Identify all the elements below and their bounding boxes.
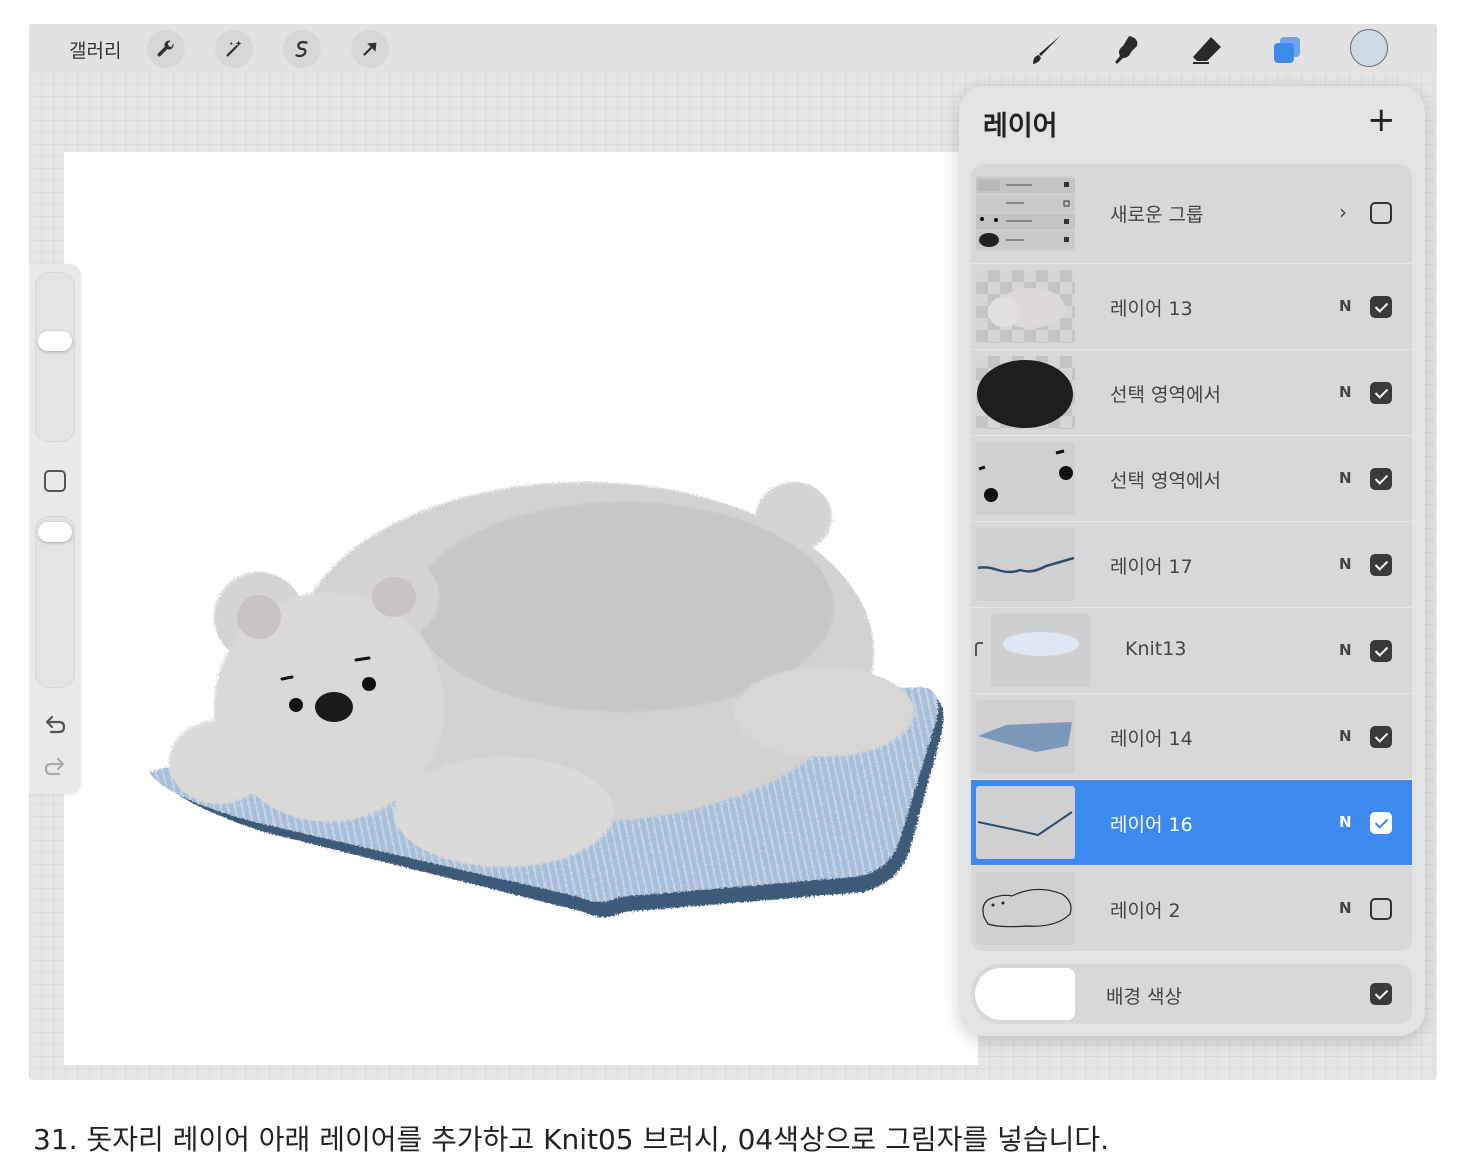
blend-mode-button[interactable]: N	[1339, 555, 1352, 573]
add-layer-button[interactable]: +	[1367, 100, 1396, 140]
bear-ear	[372, 577, 416, 617]
layer-thumbnail	[976, 356, 1075, 429]
blend-mode-button[interactable]: N	[1339, 641, 1352, 659]
redo-icon[interactable]	[42, 754, 68, 780]
layer-visibility-checkbox[interactable]	[1370, 812, 1392, 834]
left-sidebar	[29, 264, 81, 794]
layer-thumbnail	[976, 700, 1075, 773]
brush-size-slider[interactable]	[35, 272, 75, 442]
layer-visibility-checkbox[interactable]	[1370, 898, 1392, 920]
blend-mode-button[interactable]: N	[1339, 813, 1352, 831]
blend-mode-button[interactable]: N	[1339, 383, 1352, 401]
procreate-app: 갤러리 레이어 + 새로운 그룹 › 레이어 13 N 선택 영역에서 N 선택…	[29, 24, 1437, 1080]
layer-visibility-checkbox[interactable]	[1370, 554, 1392, 576]
clipping-mask-icon	[975, 642, 983, 656]
layer-name: 선택 영역에서	[1110, 470, 1221, 492]
background-visibility-checkbox[interactable]	[1370, 983, 1392, 1005]
layer-thumbnail	[976, 528, 1075, 601]
layer-name: 레이어 14	[1110, 728, 1193, 750]
undo-icon[interactable]	[42, 712, 68, 738]
layers-panel: 레이어 + 새로운 그룹 › 레이어 13 N 선택 영역에서 N 선택 영역에…	[959, 86, 1425, 1036]
layer-name: 레이어 2	[1110, 900, 1181, 922]
layer-thumbnail	[976, 176, 1075, 251]
layer-row[interactable]: Knit13 N	[971, 608, 1412, 694]
background-color-label: 배경 색상	[1106, 986, 1182, 1008]
layer-row[interactable]: 레이어 14 N	[971, 694, 1412, 780]
layer-visibility-checkbox[interactable]	[1370, 726, 1392, 748]
layer-row-group[interactable]: 새로운 그룹 ›	[971, 164, 1412, 264]
blend-mode-button[interactable]: N	[1339, 469, 1352, 487]
layer-visibility-checkbox[interactable]	[1370, 382, 1392, 404]
layer-row[interactable]: 레이어 17 N	[971, 522, 1412, 608]
layer-name: 선택 영역에서	[1110, 384, 1221, 406]
bear-ear	[237, 595, 281, 639]
background-color-swatch[interactable]	[975, 968, 1075, 1020]
modify-square-icon[interactable]	[44, 470, 66, 492]
layers-icon[interactable]	[1267, 30, 1307, 70]
bear-illustration	[149, 482, 944, 917]
smudge-icon[interactable]	[1107, 30, 1147, 70]
layer-visibility-checkbox[interactable]	[1370, 640, 1392, 662]
bear-nose	[315, 692, 353, 722]
layer-visibility-checkbox[interactable]	[1370, 468, 1392, 490]
layer-name: 새로운 그룹	[1110, 204, 1204, 226]
layer-thumbnail	[976, 442, 1075, 515]
wrench-icon[interactable]	[147, 30, 185, 68]
layer-visibility-checkbox[interactable]	[1370, 296, 1392, 318]
bear-eye	[362, 677, 376, 691]
brush-icon[interactable]	[1027, 30, 1067, 70]
selection-icon[interactable]	[283, 30, 321, 68]
background-color-row[interactable]: 배경 색상	[971, 964, 1412, 1024]
opacity-slider[interactable]	[35, 516, 75, 688]
layer-name: 레이어 16	[1110, 814, 1193, 836]
top-toolbar: 갤러리	[29, 24, 1437, 73]
layer-row[interactable]: 선택 영역에서 N	[971, 436, 1412, 522]
layer-list: 새로운 그룹 › 레이어 13 N 선택 영역에서 N 선택 영역에서 N 레이…	[971, 164, 1412, 952]
drawing-canvas[interactable]	[64, 152, 978, 1065]
magic-wand-icon[interactable]	[215, 30, 253, 68]
bear-eye	[289, 698, 303, 712]
layer-name: Knit13	[1125, 638, 1187, 660]
eraser-icon[interactable]	[1187, 30, 1227, 70]
panel-title: 레이어	[983, 111, 1058, 142]
color-picker-button[interactable]	[1350, 29, 1388, 67]
blend-mode-button[interactable]: N	[1339, 727, 1352, 745]
layer-thumbnail	[976, 786, 1075, 859]
layer-visibility-checkbox[interactable]	[1370, 202, 1392, 224]
layer-name: 레이어 13	[1110, 298, 1193, 320]
blend-mode-button[interactable]: N	[1339, 899, 1352, 917]
layer-thumbnail	[991, 614, 1090, 687]
gallery-button[interactable]: 갤러리	[69, 36, 121, 63]
transform-arrow-icon[interactable]	[351, 30, 389, 68]
blend-mode-button[interactable]: N	[1339, 297, 1352, 315]
opacity-thumb[interactable]	[38, 522, 72, 542]
layer-thumbnail	[976, 270, 1075, 343]
brush-size-thumb[interactable]	[38, 331, 72, 351]
chevron-right-icon[interactable]: ›	[1339, 200, 1347, 224]
layer-name: 레이어 17	[1110, 556, 1193, 578]
layer-row-selected[interactable]: 레이어 16 N	[971, 780, 1412, 866]
layer-thumbnail	[976, 872, 1075, 945]
layer-row[interactable]: 선택 영역에서 N	[971, 350, 1412, 436]
caption-text: 31. 돗자리 레이어 아래 레이어를 추가하고 Knit05 브러시, 04색…	[33, 1123, 1110, 1156]
layer-row[interactable]: 레이어 2 N	[971, 866, 1412, 952]
layer-row[interactable]: 레이어 13 N	[971, 264, 1412, 350]
